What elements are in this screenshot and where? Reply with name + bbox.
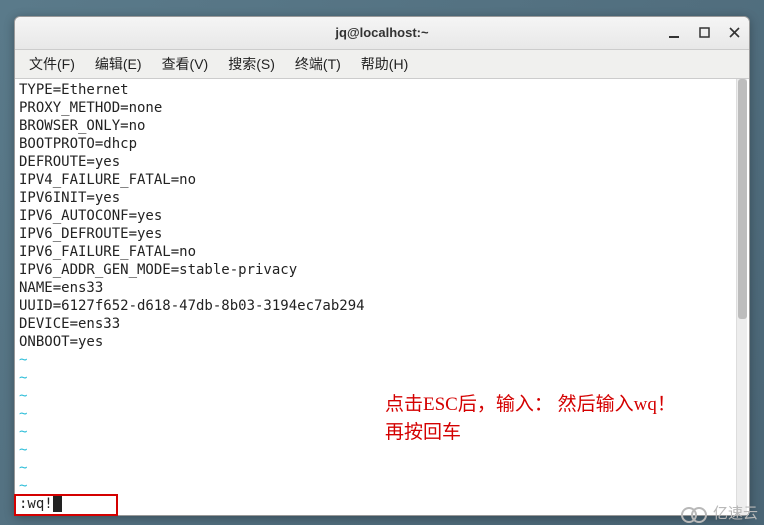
- terminal-area[interactable]: TYPE=Ethernet PROXY_METHOD=none BROWSER_…: [15, 79, 749, 515]
- config-line: BOOTPROTO=dhcp: [19, 135, 745, 153]
- config-line: IPV6_ADDR_GEN_MODE=stable-privacy: [19, 261, 745, 279]
- vim-command-line[interactable]: :wq!: [19, 495, 745, 513]
- config-line: DEVICE=ens33: [19, 315, 745, 333]
- config-line: IPV6_AUTOCONF=yes: [19, 207, 745, 225]
- config-line: ONBOOT=yes: [19, 333, 745, 351]
- minimize-button[interactable]: [665, 24, 683, 42]
- config-line: IPV6INIT=yes: [19, 189, 745, 207]
- vim-tilde: ~: [19, 405, 745, 423]
- menu-help[interactable]: 帮助(H): [353, 51, 416, 77]
- window-title: jq@localhost:~: [335, 25, 428, 40]
- config-line: BROWSER_ONLY=no: [19, 117, 745, 135]
- menubar: 文件(F) 编辑(E) 查看(V) 搜索(S) 终端(T) 帮助(H): [15, 50, 749, 79]
- config-line: IPV6_DEFROUTE=yes: [19, 225, 745, 243]
- vim-tilde: ~: [19, 423, 745, 441]
- vim-tilde: ~: [19, 459, 745, 477]
- vim-tilde: ~: [19, 387, 745, 405]
- cursor-icon: [53, 496, 62, 512]
- config-line: DEFROUTE=yes: [19, 153, 745, 171]
- menu-file[interactable]: 文件(F): [21, 51, 83, 77]
- vim-tilde: ~: [19, 369, 745, 387]
- config-line: PROXY_METHOD=none: [19, 99, 745, 117]
- scroll-thumb[interactable]: [738, 79, 747, 319]
- config-line: NAME=ens33: [19, 279, 745, 297]
- vim-tilde: ~: [19, 441, 745, 459]
- menu-search[interactable]: 搜索(S): [220, 51, 283, 77]
- menu-edit[interactable]: 编辑(E): [87, 51, 150, 77]
- window-controls: [665, 24, 743, 42]
- maximize-button[interactable]: [695, 24, 713, 42]
- terminal-window: jq@localhost:~ 文件(F) 编辑(E) 查看(V) 搜索(S) 终…: [14, 16, 750, 516]
- close-button[interactable]: [725, 24, 743, 42]
- config-line: IPV6_FAILURE_FATAL=no: [19, 243, 745, 261]
- config-line: UUID=6127f652-d618-47db-8b03-3194ec7ab29…: [19, 297, 745, 315]
- config-line: TYPE=Ethernet: [19, 81, 745, 99]
- menu-view[interactable]: 查看(V): [154, 51, 217, 77]
- scrollbar[interactable]: [736, 79, 747, 515]
- menu-terminal[interactable]: 终端(T): [287, 51, 349, 77]
- vim-tilde: ~: [19, 351, 745, 369]
- config-line: IPV4_FAILURE_FATAL=no: [19, 171, 745, 189]
- vim-tilde: ~: [19, 477, 745, 495]
- titlebar: jq@localhost:~: [15, 17, 749, 50]
